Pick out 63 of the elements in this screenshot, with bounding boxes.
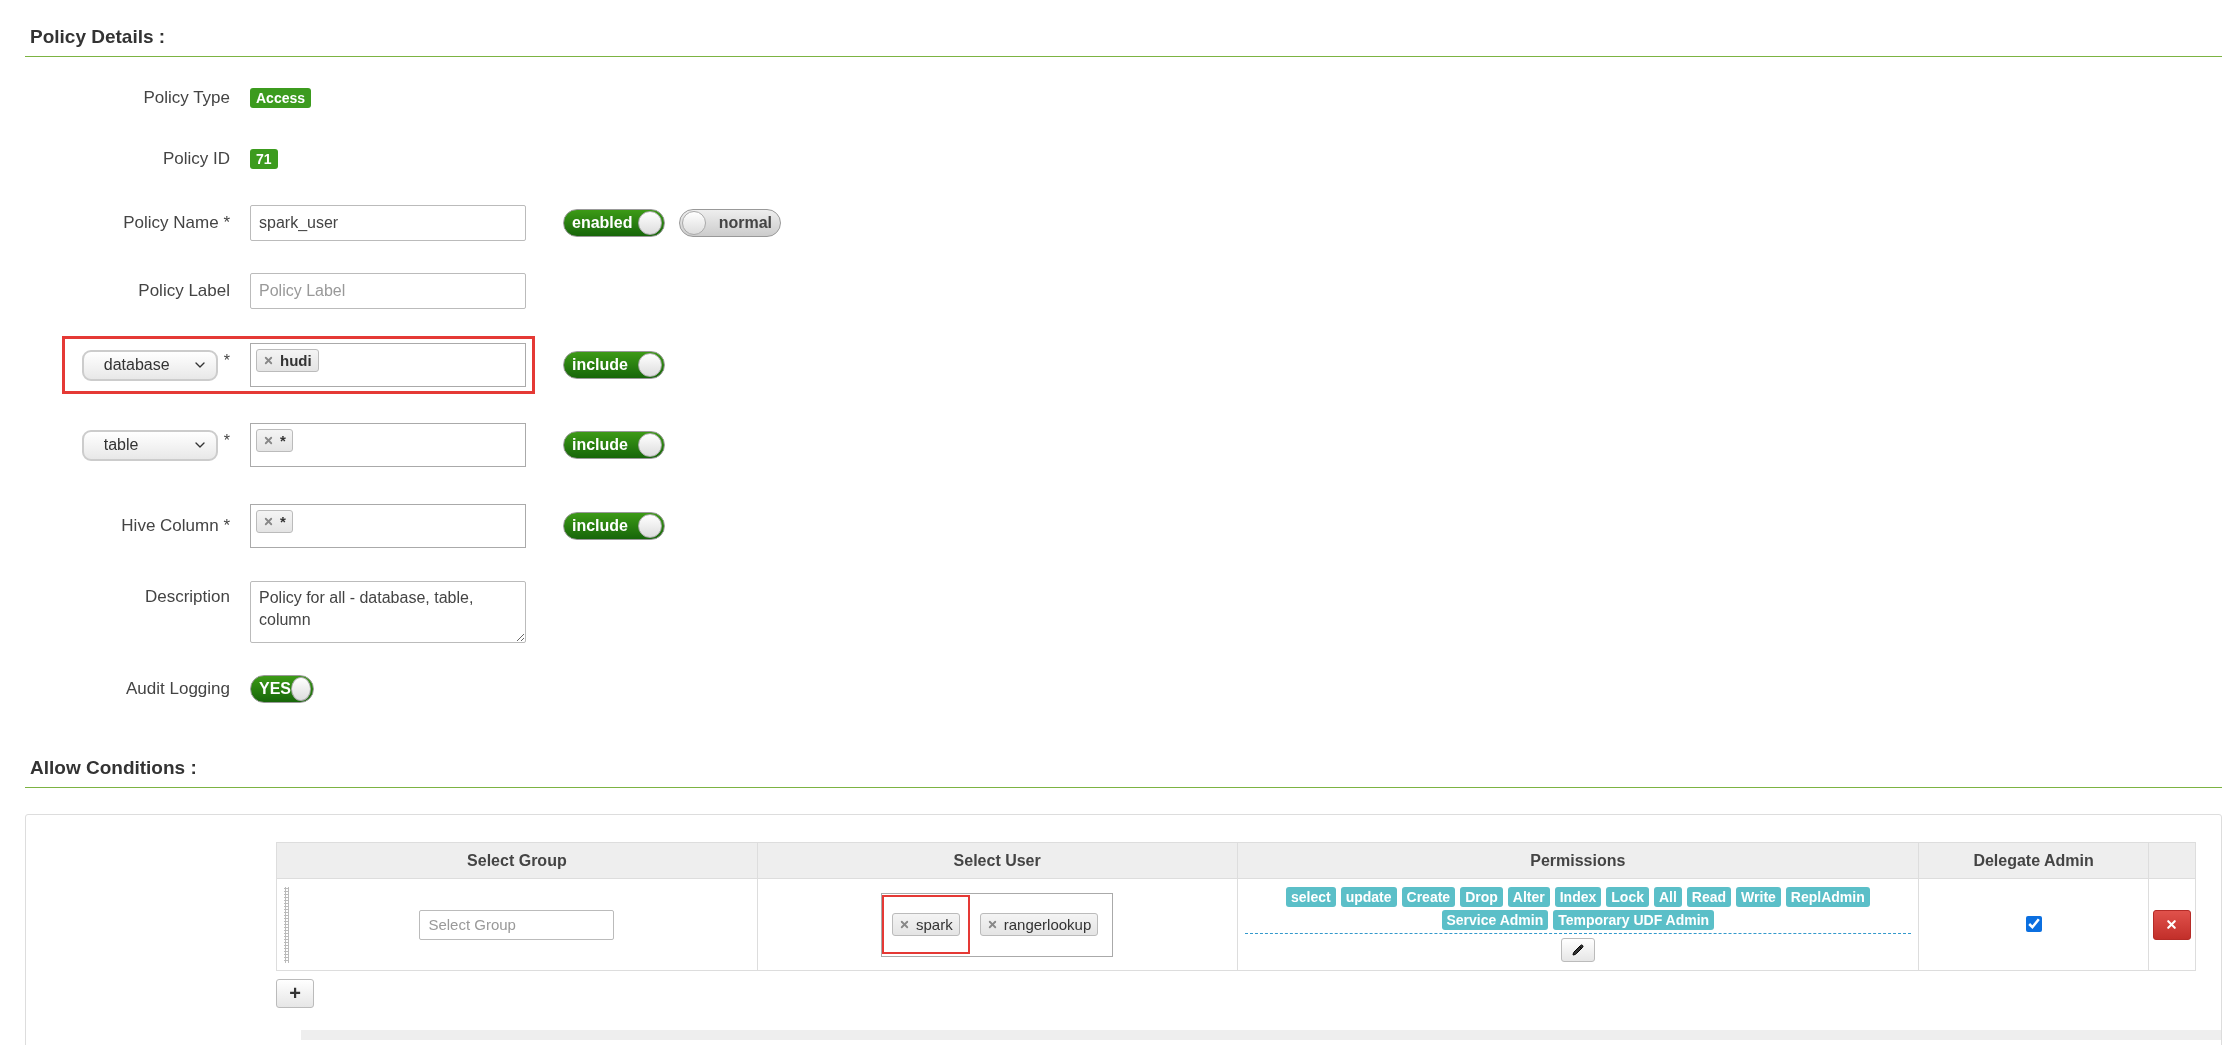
- close-icon: [2165, 918, 2179, 931]
- toggle-switch[interactable]: YES: [250, 675, 314, 703]
- field-label: Policy Name *: [123, 213, 230, 233]
- column-header: Permissions: [1237, 842, 1919, 879]
- user-tag: rangerlookup: [979, 913, 1099, 936]
- column-header: Select User: [757, 842, 1238, 879]
- group-select[interactable]: Select Group: [419, 909, 615, 940]
- toggle-switch[interactable]: enabled: [563, 209, 665, 237]
- delegate-admin-checkbox[interactable]: [2026, 916, 2043, 932]
- permission-tag: Temporary UDF Admin: [1553, 910, 1715, 930]
- close-icon[interactable]: [899, 919, 911, 930]
- permission-tag: Alter: [1507, 887, 1550, 907]
- tag-input[interactable]: *: [250, 504, 526, 548]
- tag-input[interactable]: hudi: [250, 343, 526, 387]
- permission-tag: Write: [1736, 887, 1781, 907]
- text-input[interactable]: spark_user: [250, 205, 526, 241]
- permission-tag: Index: [1554, 887, 1602, 907]
- add-button[interactable]: +: [276, 979, 314, 1008]
- toggle-switch[interactable]: normal: [679, 209, 781, 237]
- value-badge: 71: [250, 148, 278, 169]
- drag-handle[interactable]: [284, 887, 289, 963]
- toggle-switch[interactable]: include: [563, 512, 665, 540]
- resource-select[interactable]: table: [81, 429, 218, 461]
- field-label: Hive Column *: [121, 516, 230, 536]
- field-label: Policy Type: [143, 87, 230, 108]
- pencil-icon: [1571, 944, 1584, 956]
- close-icon[interactable]: [986, 919, 998, 930]
- section-title: Allow Conditions :: [25, 757, 2222, 788]
- permission-tag: Service Admin: [1441, 910, 1549, 930]
- column-header: Select Group: [276, 842, 758, 879]
- value-badge: Access: [250, 87, 312, 108]
- tag-input[interactable]: *: [250, 423, 526, 467]
- section-title: Policy Details :: [25, 26, 2222, 57]
- delete-button[interactable]: [2153, 909, 2191, 940]
- description-textarea[interactable]: Policy for all - database, table, column: [250, 581, 526, 643]
- edit-button[interactable]: [1560, 938, 1595, 962]
- resource-select[interactable]: database: [81, 349, 218, 381]
- text-input[interactable]: Policy Label: [250, 273, 526, 309]
- required-mark: *: [223, 351, 230, 370]
- permission-tag: Lock: [1606, 887, 1649, 907]
- required-mark: *: [223, 431, 230, 450]
- close-icon[interactable]: [263, 355, 274, 366]
- user-tag: spark: [892, 913, 960, 936]
- close-icon[interactable]: [263, 516, 274, 527]
- field-label: Policy Label: [138, 281, 230, 301]
- toggle-switch[interactable]: include: [563, 351, 665, 379]
- permission-tag: Create: [1401, 887, 1456, 907]
- permission-tag: Read: [1686, 887, 1732, 907]
- permission-tag: update: [1340, 887, 1397, 907]
- value-tag: hudi: [256, 349, 319, 372]
- toggle-switch[interactable]: include: [563, 431, 665, 459]
- field-label: Policy ID: [162, 148, 230, 169]
- permission-tag: All: [1653, 887, 1682, 907]
- user-select[interactable]: spark rangerlookup: [881, 892, 1114, 957]
- permission-tag: select: [1285, 887, 1336, 907]
- field-label: Description: [144, 587, 230, 607]
- close-icon[interactable]: [263, 435, 274, 446]
- permission-tag: Drop: [1460, 887, 1503, 907]
- field-label: Audit Logging: [126, 679, 230, 699]
- column-header: Delegate Admin: [1918, 842, 2149, 879]
- value-tag: *: [256, 510, 293, 533]
- value-tag: *: [256, 429, 293, 452]
- permission-tag: ReplAdmin: [1785, 887, 1870, 907]
